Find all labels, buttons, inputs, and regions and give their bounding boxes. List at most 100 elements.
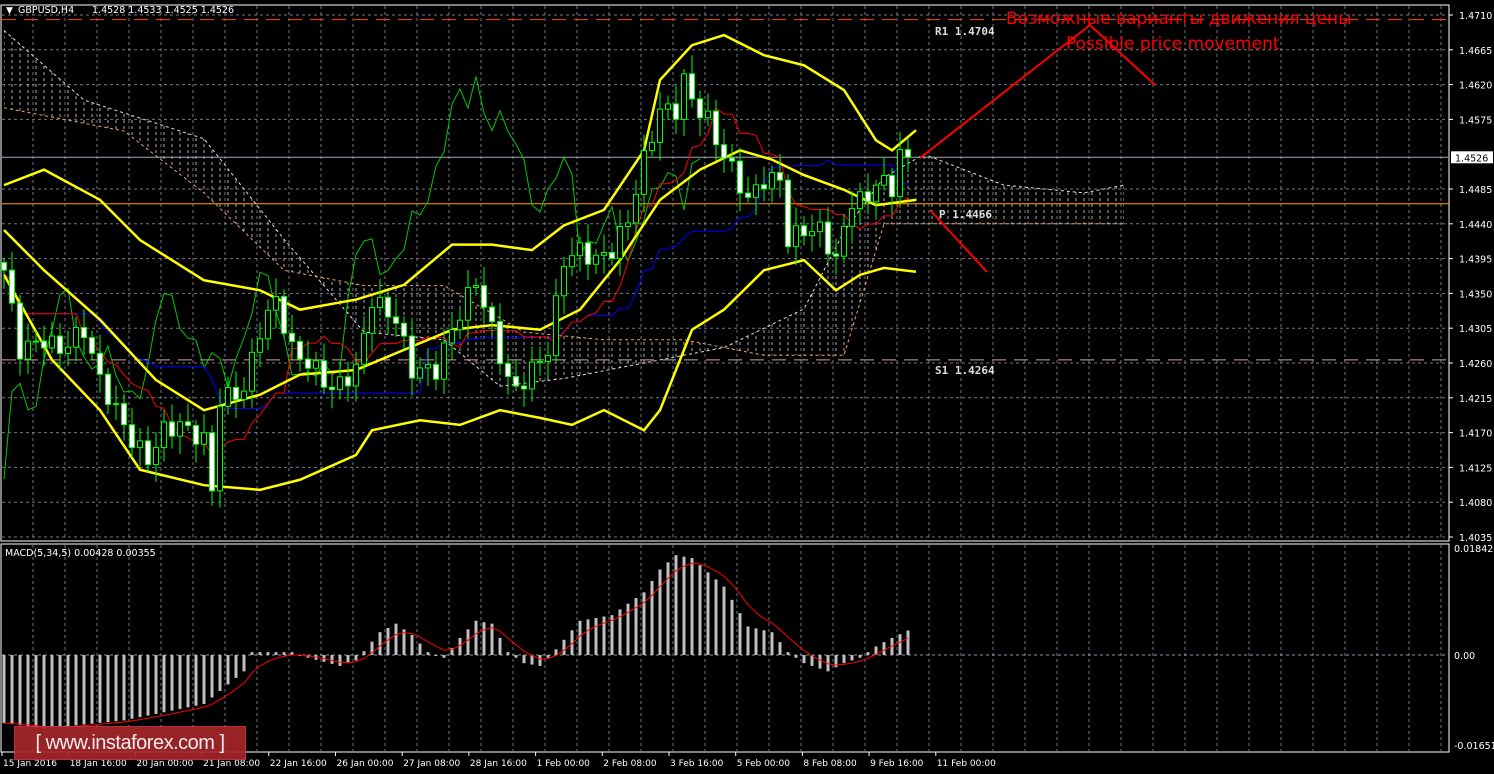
candle-body <box>809 231 815 237</box>
candle-body <box>481 285 487 308</box>
macd-histogram-bar <box>226 655 230 685</box>
candle-body <box>753 184 759 198</box>
s1-label: S1 1.4264 <box>935 364 995 377</box>
price-chart[interactable]: 1.4710 1.4665 1.4620 1.4575 1.4526 1.4485 1.44… <box>0 0 1494 774</box>
macd-histogram-bar <box>242 655 246 672</box>
macd-histogram-bar <box>762 630 766 655</box>
candle-body <box>49 335 55 349</box>
chart-window: 1.4710 1.4665 1.4620 1.4575 1.4526 1.4485 1.44… <box>0 0 1494 774</box>
macd-histogram-bar <box>42 655 46 729</box>
candle-body <box>865 191 871 203</box>
candle-body <box>529 361 535 390</box>
macd-histogram-bar <box>18 655 22 726</box>
macd-histogram-bar <box>218 655 222 691</box>
candle-body <box>369 306 375 334</box>
price-tick-label: 1.4215 <box>1459 394 1492 405</box>
macd-histogram-bar <box>338 655 342 666</box>
candle-body <box>729 157 735 162</box>
candle-body <box>129 424 135 449</box>
macd-histogram-bar <box>578 620 582 655</box>
macd-histogram-bar <box>130 655 134 719</box>
candle-body <box>665 103 671 110</box>
candle-body <box>361 332 367 365</box>
pivot-label: P 1.4466 <box>939 208 992 221</box>
candle-body <box>57 335 63 354</box>
candle-body <box>633 193 639 224</box>
macd-histogram-bar <box>346 655 350 664</box>
candle-body <box>761 184 767 190</box>
macd-tick-label: 0.01842 <box>1454 544 1493 555</box>
candle-body <box>457 319 463 331</box>
candle-body <box>225 386 231 407</box>
macd-histogram-bar <box>474 620 478 655</box>
candle-body <box>65 346 71 354</box>
candle-body <box>425 364 431 369</box>
macd-histogram-bar <box>250 652 254 655</box>
macd-histogram-bar <box>498 637 502 655</box>
macd-histogram-bar <box>586 619 590 655</box>
candle-body <box>289 332 295 343</box>
time-tick-label: 20 Jan 00:00 <box>136 759 193 769</box>
menu-triangle-icon[interactable]: ▼ <box>6 6 13 16</box>
candle-body <box>585 242 591 265</box>
macd-histogram-bar <box>522 655 526 664</box>
time-tick-label: 2 Feb 08:00 <box>603 759 657 769</box>
candle-body <box>329 386 335 391</box>
price-tick-label: 1.4170 <box>1459 429 1492 440</box>
macd-histogram-bar <box>354 655 358 661</box>
candle-body <box>625 222 631 227</box>
price-tick-label: 1.4260 <box>1459 359 1492 370</box>
time-tick-label: 3 Feb 16:00 <box>670 759 724 769</box>
time-tick-label: 22 Jan 16:00 <box>270 759 327 769</box>
macd-histogram-bar <box>482 622 486 655</box>
candle-body <box>385 296 391 318</box>
candle-body <box>873 184 879 203</box>
candle-body <box>177 421 183 437</box>
macd-histogram-bar <box>866 652 870 655</box>
macd-histogram-bar <box>362 651 366 655</box>
candle-body <box>473 285 479 289</box>
chikou-span <box>3 76 701 480</box>
candle-body <box>785 179 791 248</box>
current-price-label: 1.4526 <box>1455 153 1488 164</box>
macd-histogram-bar <box>266 652 270 655</box>
candle-body <box>825 221 831 255</box>
price-tick-label: 1.4710 <box>1459 11 1492 22</box>
macd-histogram-bar <box>506 652 510 655</box>
time-tick-label: 27 Jan 08:00 <box>403 759 460 769</box>
macd-histogram-bar <box>802 655 806 664</box>
candle-body <box>721 144 727 159</box>
candle-body <box>737 160 743 194</box>
time-tick-label: 26 Jan 00:00 <box>337 759 394 769</box>
candle-body <box>641 150 647 195</box>
annotation-en: Possible price movement <box>1066 34 1280 54</box>
candle-body <box>577 242 583 257</box>
price-tick-label: 1.4350 <box>1459 289 1492 300</box>
symbol-label: GBPUSD,H4 <box>18 5 74 16</box>
macd-histogram-bar <box>898 634 902 655</box>
candle-body <box>137 440 143 449</box>
candle-body <box>409 335 415 379</box>
macd-histogram-bar <box>690 558 694 655</box>
candle-body <box>617 225 623 259</box>
candle-body <box>889 175 895 198</box>
macd-histogram-bar <box>538 655 542 666</box>
price-tick-label: 1.4035 <box>1459 533 1492 544</box>
macd-histogram-bar <box>818 655 822 669</box>
macd-histogram-bar <box>114 655 118 722</box>
price-tick-label: 1.4080 <box>1459 498 1492 509</box>
macd-histogram-bar <box>778 642 782 655</box>
r1-label: R1 1.4704 <box>935 25 995 38</box>
macd-histogram-bar <box>770 632 774 655</box>
candle-body <box>745 192 751 198</box>
macd-histogram-bar <box>378 632 382 655</box>
time-tick-label: 21 Jan 08:00 <box>203 759 260 769</box>
candle-body <box>441 342 447 380</box>
macd-histogram-bar <box>514 655 518 658</box>
macd-histogram-bar <box>122 655 126 721</box>
macd-tick-label: 0.00 <box>1454 651 1475 662</box>
candle-body <box>569 255 575 268</box>
macd-histogram-bar <box>258 652 262 655</box>
macd-histogram-bar <box>786 652 790 655</box>
macd-histogram-bar <box>98 655 102 723</box>
